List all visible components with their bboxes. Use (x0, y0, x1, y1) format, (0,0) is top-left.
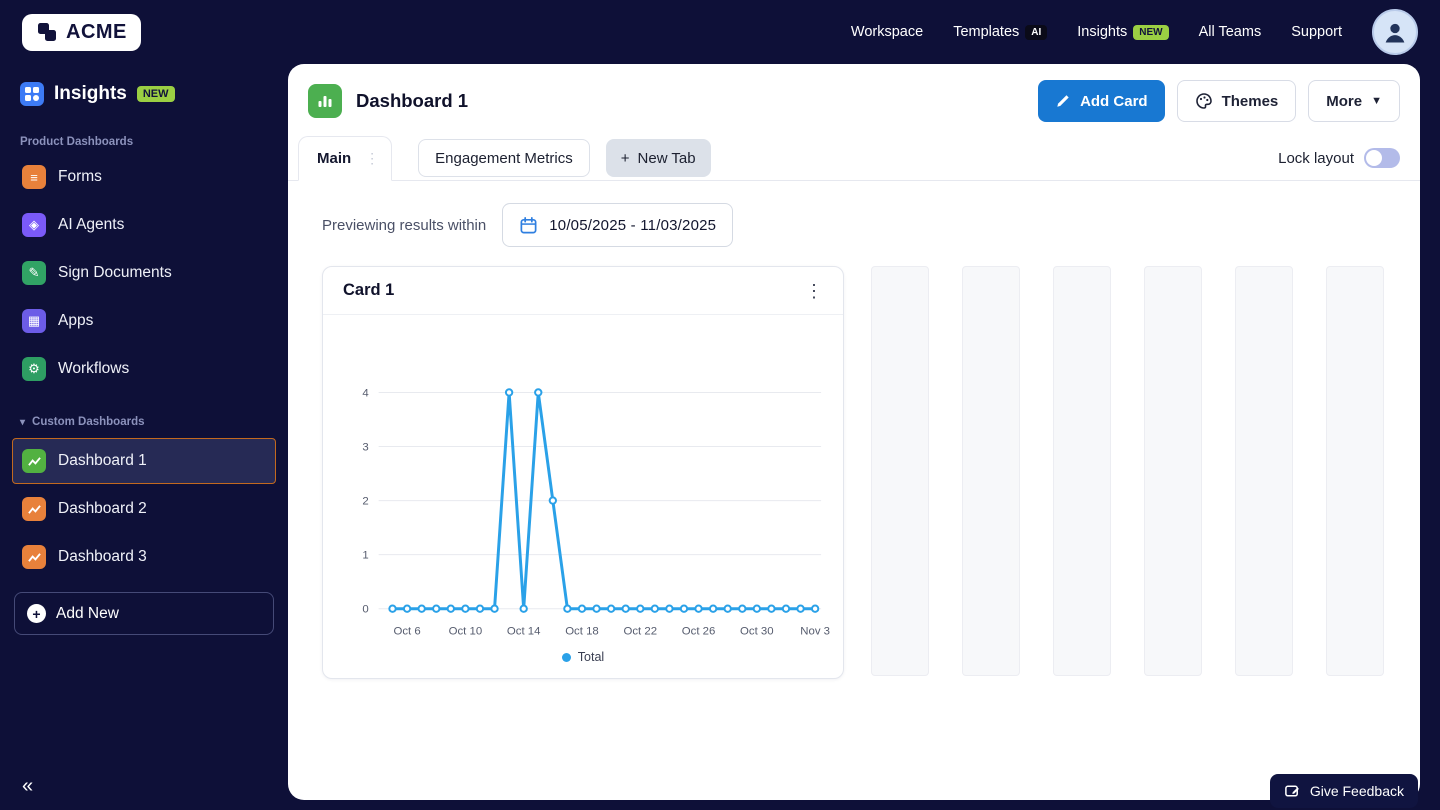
themes-button[interactable]: Themes (1176, 80, 1297, 122)
acme-logo[interactable]: ACME (22, 13, 141, 51)
lock-layout-label: Lock layout (1278, 149, 1354, 167)
add-new-button[interactable]: + Add New (14, 592, 274, 635)
dashboard-1-icon (22, 449, 46, 473)
svg-text:Oct 6: Oct 6 (393, 626, 420, 638)
section-custom-dashboards[interactable]: ▾ Custom Dashboards (20, 416, 268, 428)
preview-range-label: Previewing results within (322, 216, 487, 234)
svg-text:4: 4 (362, 387, 368, 399)
panel-header: Dashboard 1 Add Card Themes More ▼ (288, 64, 1420, 136)
svg-text:1: 1 (362, 550, 368, 562)
sidebar-item-sign-documents[interactable]: ✎ Sign Documents (12, 250, 276, 296)
svg-text:0: 0 (362, 604, 368, 616)
card-title: Card 1 (343, 281, 395, 299)
sidebar-item-dashboard-1[interactable]: Dashboard 1 (12, 438, 276, 484)
svg-text:Oct 22: Oct 22 (623, 626, 657, 638)
sign-documents-icon: ✎ (22, 261, 46, 285)
palette-icon (1195, 93, 1212, 109)
workflows-icon: ⚙ (22, 357, 46, 381)
grid-placeholder-column (962, 266, 1020, 676)
forms-icon: ≡ (22, 165, 46, 189)
lock-layout: Lock layout (1278, 148, 1400, 168)
grid-placeholder-column (1144, 266, 1202, 676)
sidebar: Insights NEW Product Dashboards ≡ Forms … (0, 64, 288, 810)
new-tab-button[interactable]: + New Tab (605, 139, 711, 177)
drag-handle-icon[interactable]: ⋮ (365, 150, 379, 167)
svg-text:Oct 10: Oct 10 (449, 626, 483, 638)
nav-insights[interactable]: Insights NEW (1077, 24, 1169, 40)
tab-bar: Main ⋮ Engagement Metrics + New Tab Lock… (288, 136, 1420, 181)
svg-text:Nov 3: Nov 3 (800, 626, 830, 638)
nav-templates[interactable]: Templates AI (953, 24, 1048, 40)
grid-placeholder-column (1326, 266, 1384, 676)
svg-text:2: 2 (362, 496, 368, 508)
main-panel: Dashboard 1 Add Card Themes More ▼ Main … (288, 64, 1420, 800)
lock-layout-toggle[interactable] (1364, 148, 1400, 168)
grid-placeholder-column (1235, 266, 1293, 676)
sidebar-item-dashboard-3[interactable]: Dashboard 3 (12, 534, 276, 580)
card-menu-button[interactable]: ⋮ (805, 282, 823, 300)
sidebar-item-ai-agents[interactable]: ◈ AI Agents (12, 202, 276, 248)
calendar-icon (520, 216, 537, 233)
plus-icon: + (620, 149, 630, 167)
ai-badge: AI (1025, 24, 1048, 40)
chart-canvas: 0 1 2 3 4 Oct 6 Oct 10 Oct 14 Oct 18 Oct 22 Oct 26… (362, 387, 830, 638)
dashboard-content: Previewing results within 10/05/2025 - 1… (288, 181, 1420, 680)
sidebar-item-dashboard-2[interactable]: Dashboard 2 (12, 486, 276, 532)
grid-placeholders (871, 266, 1384, 676)
grid-placeholder-column (1053, 266, 1111, 676)
dashboard-3-icon (22, 545, 46, 569)
ai-agents-icon: ◈ (22, 213, 46, 237)
new-badge: NEW (1133, 24, 1169, 40)
svg-text:3: 3 (362, 441, 368, 453)
sidebar-item-workflows[interactable]: ⚙ Workflows (12, 346, 276, 392)
legend-dot (561, 652, 571, 662)
svg-text:Oct 18: Oct 18 (565, 626, 599, 638)
grid-placeholder-column (871, 266, 929, 676)
tab-engagement-metrics[interactable]: Engagement Metrics (418, 139, 590, 177)
sidebar-title-label: Insights (54, 83, 127, 104)
feedback-icon (1284, 785, 1299, 797)
chart-legend: Total (323, 650, 843, 678)
sidebar-item-forms[interactable]: ≡ Forms (12, 154, 276, 200)
plus-icon: + (27, 604, 46, 623)
insights-icon (20, 82, 44, 106)
date-range-value: 10/05/2025 - 11/03/2025 (549, 216, 717, 234)
nav-workspace[interactable]: Workspace (851, 24, 923, 40)
dashboard-2-icon (22, 497, 46, 521)
add-card-button[interactable]: Add Card (1038, 80, 1165, 122)
svg-text:Oct 30: Oct 30 (740, 626, 774, 638)
chevron-down-icon: ▼ (1371, 95, 1382, 107)
sidebar-title: Insights NEW (12, 74, 276, 114)
section-product-dashboards: Product Dashboards (20, 136, 134, 148)
avatar[interactable] (1372, 9, 1418, 55)
more-button[interactable]: More ▼ (1308, 80, 1400, 122)
pencil-icon (1057, 95, 1069, 107)
acme-logo-icon (38, 23, 56, 41)
apps-icon: ▦ (22, 309, 46, 333)
chevron-down-icon: ▾ (20, 416, 26, 428)
svg-text:Oct 14: Oct 14 (507, 626, 541, 638)
dashboard-icon (308, 84, 342, 118)
person-icon (1385, 23, 1405, 43)
svg-text:Oct 26: Oct 26 (682, 626, 716, 638)
nav-support[interactable]: Support (1291, 24, 1342, 40)
new-badge: NEW (136, 86, 175, 102)
tab-main[interactable]: Main ⋮ (298, 136, 393, 181)
card-1: Card 1 ⋮ 0 1 2 3 4 Oct 6 Oct 10 Oct 14 Oct 18 Oct… (322, 266, 844, 680)
collapse-sidebar-button[interactable]: « (22, 775, 33, 798)
give-feedback-button[interactable]: Give Feedback (1269, 774, 1418, 808)
nav-all-teams[interactable]: All Teams (1199, 24, 1262, 40)
date-range-picker[interactable]: 10/05/2025 - 11/03/2025 (502, 203, 734, 247)
sidebar-item-apps[interactable]: ▦ Apps (12, 298, 276, 344)
line-chart: 0 1 2 3 4 Oct 6 Oct 10 Oct 14 Oct 18 Oct 22 Oct 26… (323, 315, 843, 650)
top-bar: ACME Workspace Templates AI Insights NEW… (0, 0, 1440, 64)
legend-label: Total (577, 650, 605, 665)
brand-name: ACME (66, 20, 127, 43)
top-nav: Workspace Templates AI Insights NEW All … (851, 9, 1418, 55)
page-title: Dashboard 1 (356, 90, 469, 111)
